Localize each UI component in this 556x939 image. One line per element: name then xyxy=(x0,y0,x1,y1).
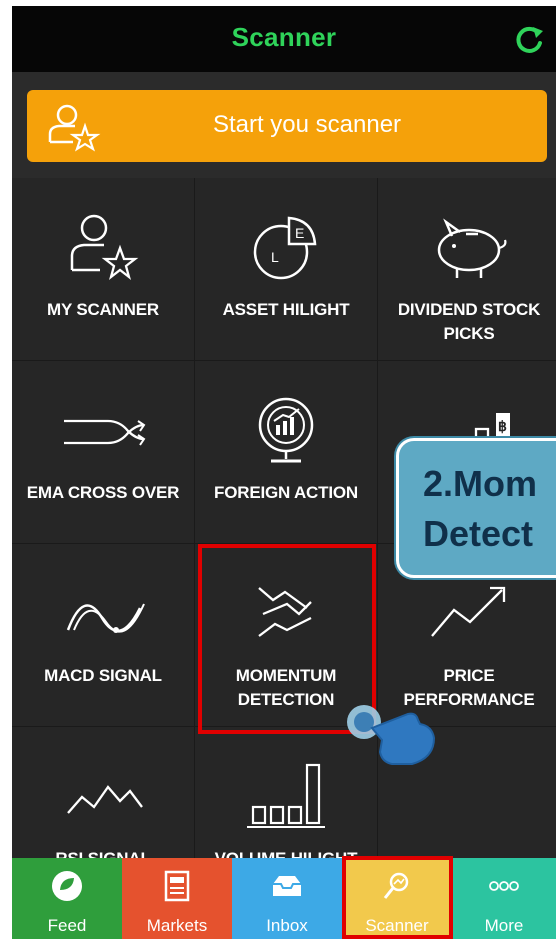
tile-label: MY SCANNER xyxy=(47,300,159,319)
phone-screen: Scanner Start you scanner MY SCANNER E L… xyxy=(12,6,556,939)
tab-inbox[interactable]: Inbox xyxy=(232,858,342,939)
refresh-icon[interactable] xyxy=(512,23,546,57)
tile-label: ASSET HILIGHT xyxy=(222,300,350,319)
callout-line-2: Detect xyxy=(423,513,534,554)
trend-up-icon xyxy=(431,586,506,637)
piggy-bank-icon xyxy=(437,218,507,278)
svg-text:L: L xyxy=(271,249,279,265)
page-title: Scanner xyxy=(231,22,337,52)
more-icon xyxy=(489,881,519,891)
tile-my-scanner[interactable]: MY SCANNER xyxy=(12,178,195,361)
app-header: Scanner xyxy=(12,6,556,72)
wave-icon xyxy=(66,603,145,633)
tab-more[interactable]: More xyxy=(452,858,556,939)
tab-label: Feed xyxy=(47,916,87,935)
tile-dividend-stock-picks[interactable]: DIVIDEND STOCK PICKS xyxy=(378,178,556,361)
tile-macd-signal[interactable]: MACD SIGNAL xyxy=(12,544,195,727)
svg-text:฿: ฿ xyxy=(498,418,507,434)
scanner-tab-highlight-box xyxy=(342,856,453,939)
bottom-tab-bar: Feed Markets Inbox Scanner More xyxy=(12,858,556,939)
tutorial-callout: 2.Mom Detect xyxy=(396,438,556,578)
tile-label: MACD SIGNAL xyxy=(44,666,162,685)
cross-over-icon xyxy=(64,419,146,446)
volume-bars-icon xyxy=(247,763,325,828)
tap-hand-icon xyxy=(347,705,436,765)
tile-asset-hilight[interactable]: E L ASSET HILIGHT xyxy=(195,178,378,361)
user-star-icon xyxy=(70,214,139,281)
start-scanner-button[interactable]: Start you scanner xyxy=(27,90,547,162)
tile-label: DIVIDEND STOCK PICKS xyxy=(397,300,541,343)
tab-feed[interactable]: Feed xyxy=(12,858,122,939)
tile-label: FOREIGN ACTION xyxy=(214,483,358,502)
tab-label: Inbox xyxy=(266,916,308,935)
inbox-icon xyxy=(273,876,301,896)
callout-line-1: 2.Mom xyxy=(423,463,538,504)
tile-label: EMA CROSS OVER xyxy=(26,483,180,502)
tab-markets[interactable]: Markets xyxy=(122,858,232,939)
newspaper-icon xyxy=(164,870,190,902)
tab-label: More xyxy=(484,916,524,935)
pie-chart-icon: E L xyxy=(253,216,317,280)
svg-text:E: E xyxy=(295,225,304,241)
start-scanner-label: Start you scanner xyxy=(212,111,402,138)
tile-ema-cross-over[interactable]: EMA CROSS OVER xyxy=(12,361,195,544)
tab-label: Markets xyxy=(146,916,208,935)
zigzag-icon xyxy=(67,785,143,814)
tile-foreign-action[interactable]: FOREIGN ACTION xyxy=(195,361,378,544)
leaf-icon xyxy=(52,871,82,901)
globe-chart-icon xyxy=(258,397,314,463)
